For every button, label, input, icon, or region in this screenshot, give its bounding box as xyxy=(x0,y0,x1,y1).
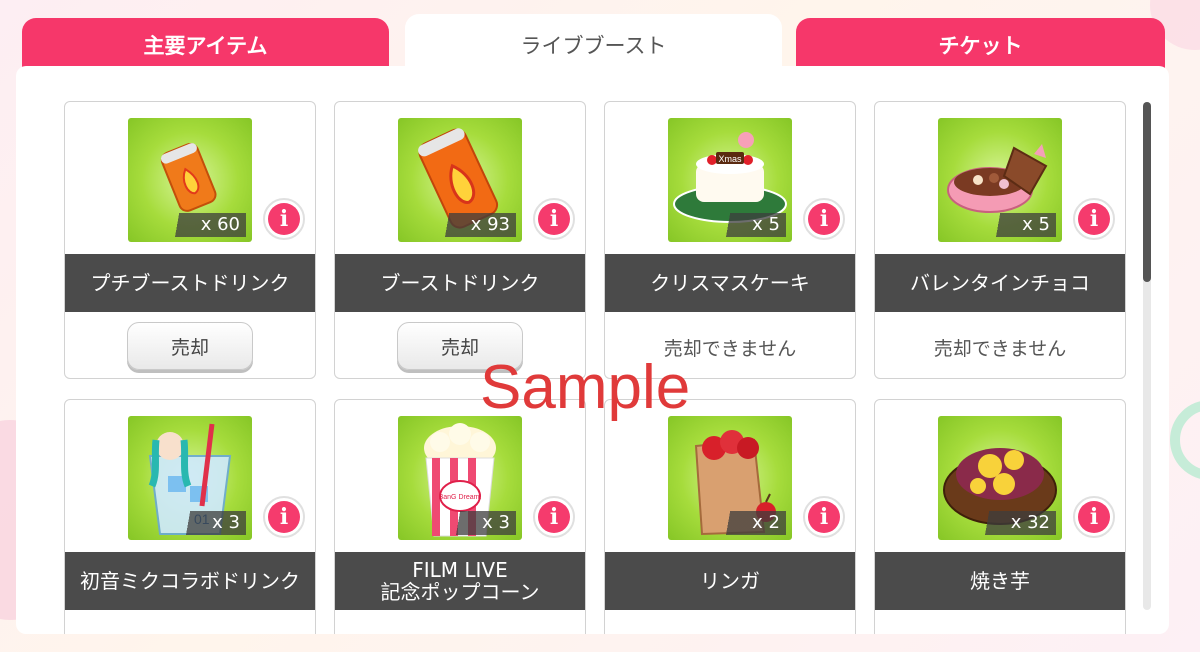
info-button[interactable]: i xyxy=(533,496,575,538)
info-icon: i xyxy=(808,501,840,533)
item-quantity: x 3 xyxy=(446,511,516,535)
sample-watermark: Sample xyxy=(480,353,691,422)
cake-plate-text: Xmas xyxy=(718,154,742,164)
item-quantity: x 32 xyxy=(974,511,1056,535)
info-icon: i xyxy=(1078,501,1110,533)
item-card: x 2 i リンガ xyxy=(604,399,856,634)
item-quantity: x 5 xyxy=(986,213,1056,237)
background-decoration xyxy=(1170,400,1200,480)
item-quantity: x 5 xyxy=(716,213,786,237)
item-thumbnail: x 5 xyxy=(938,118,1062,242)
info-button[interactable]: i xyxy=(263,496,305,538)
tab-label: ライブブースト xyxy=(520,34,667,58)
item-card: x 60 i プチブーストドリンク 売却 xyxy=(64,101,316,379)
scrollbar-thumb[interactable] xyxy=(1143,102,1151,282)
item-name: ブーストドリンク xyxy=(335,254,585,312)
item-card: x 32 i 焼き芋 xyxy=(874,399,1126,634)
item-quantity: x 2 xyxy=(716,511,786,535)
item-thumbnail: 01 x 3 xyxy=(128,416,252,540)
item-name: バレンタインチョコ xyxy=(875,254,1125,312)
item-list-panel: x 60 i プチブーストドリンク 売却 x 93 i ブーストドリンク 売却 xyxy=(16,66,1169,634)
item-name: 初音ミクコラボドリンク xyxy=(65,552,315,610)
item-name: クリスマスケーキ xyxy=(605,254,855,312)
item-quantity: x 60 xyxy=(164,213,246,237)
info-icon: i xyxy=(538,501,570,533)
info-button[interactable]: i xyxy=(263,198,305,240)
item-thumbnail: x 93 xyxy=(398,118,522,242)
item-quantity: x 93 xyxy=(434,213,516,237)
sell-button[interactable]: 売却 xyxy=(127,322,253,370)
info-icon: i xyxy=(538,203,570,235)
not-sellable-text: 売却できません xyxy=(933,338,1067,360)
item-name: リンガ xyxy=(605,552,855,610)
item-name: プチブーストドリンク xyxy=(65,254,315,312)
info-button[interactable]: i xyxy=(1073,198,1115,240)
item-name: 焼き芋 xyxy=(875,552,1125,610)
item-quantity: x 3 xyxy=(176,511,246,535)
info-button[interactable]: i xyxy=(803,496,845,538)
item-card: x 5 i バレンタインチョコ 売却できません xyxy=(874,101,1126,379)
item-thumbnail: Xmas x 5 xyxy=(668,118,792,242)
info-icon: i xyxy=(268,203,300,235)
scrollbar[interactable] xyxy=(1143,102,1151,610)
item-name-line: FILM LIVE xyxy=(412,558,508,582)
info-icon: i xyxy=(1078,203,1110,235)
item-thumbnail: x 2 xyxy=(668,416,792,540)
tab-label: 主要アイテム xyxy=(143,34,268,58)
item-card: BanG Dream! x 3 i FILM LIVE 記念ポップコーン xyxy=(334,399,586,634)
item-name-line: 記念ポップコーン xyxy=(380,580,540,604)
popcorn-bag-logo-text: BanG Dream! xyxy=(439,494,482,501)
info-button[interactable]: i xyxy=(803,198,845,240)
item-name: FILM LIVE 記念ポップコーン xyxy=(335,552,585,610)
tab-label: チケット xyxy=(938,34,1023,58)
item-card: Xmas x 5 i クリスマスケーキ 売却できません xyxy=(604,101,856,379)
item-thumbnail: BanG Dream! x 3 xyxy=(398,416,522,540)
info-icon: i xyxy=(808,203,840,235)
info-button[interactable]: i xyxy=(533,198,575,240)
item-thumbnail: x 32 xyxy=(938,416,1062,540)
item-card: 01 x 3 i 初音ミクコラボドリンク xyxy=(64,399,316,634)
info-button[interactable]: i xyxy=(1073,496,1115,538)
info-icon: i xyxy=(268,501,300,533)
item-thumbnail: x 60 xyxy=(128,118,252,242)
item-card: x 93 i ブーストドリンク 売却 xyxy=(334,101,586,379)
